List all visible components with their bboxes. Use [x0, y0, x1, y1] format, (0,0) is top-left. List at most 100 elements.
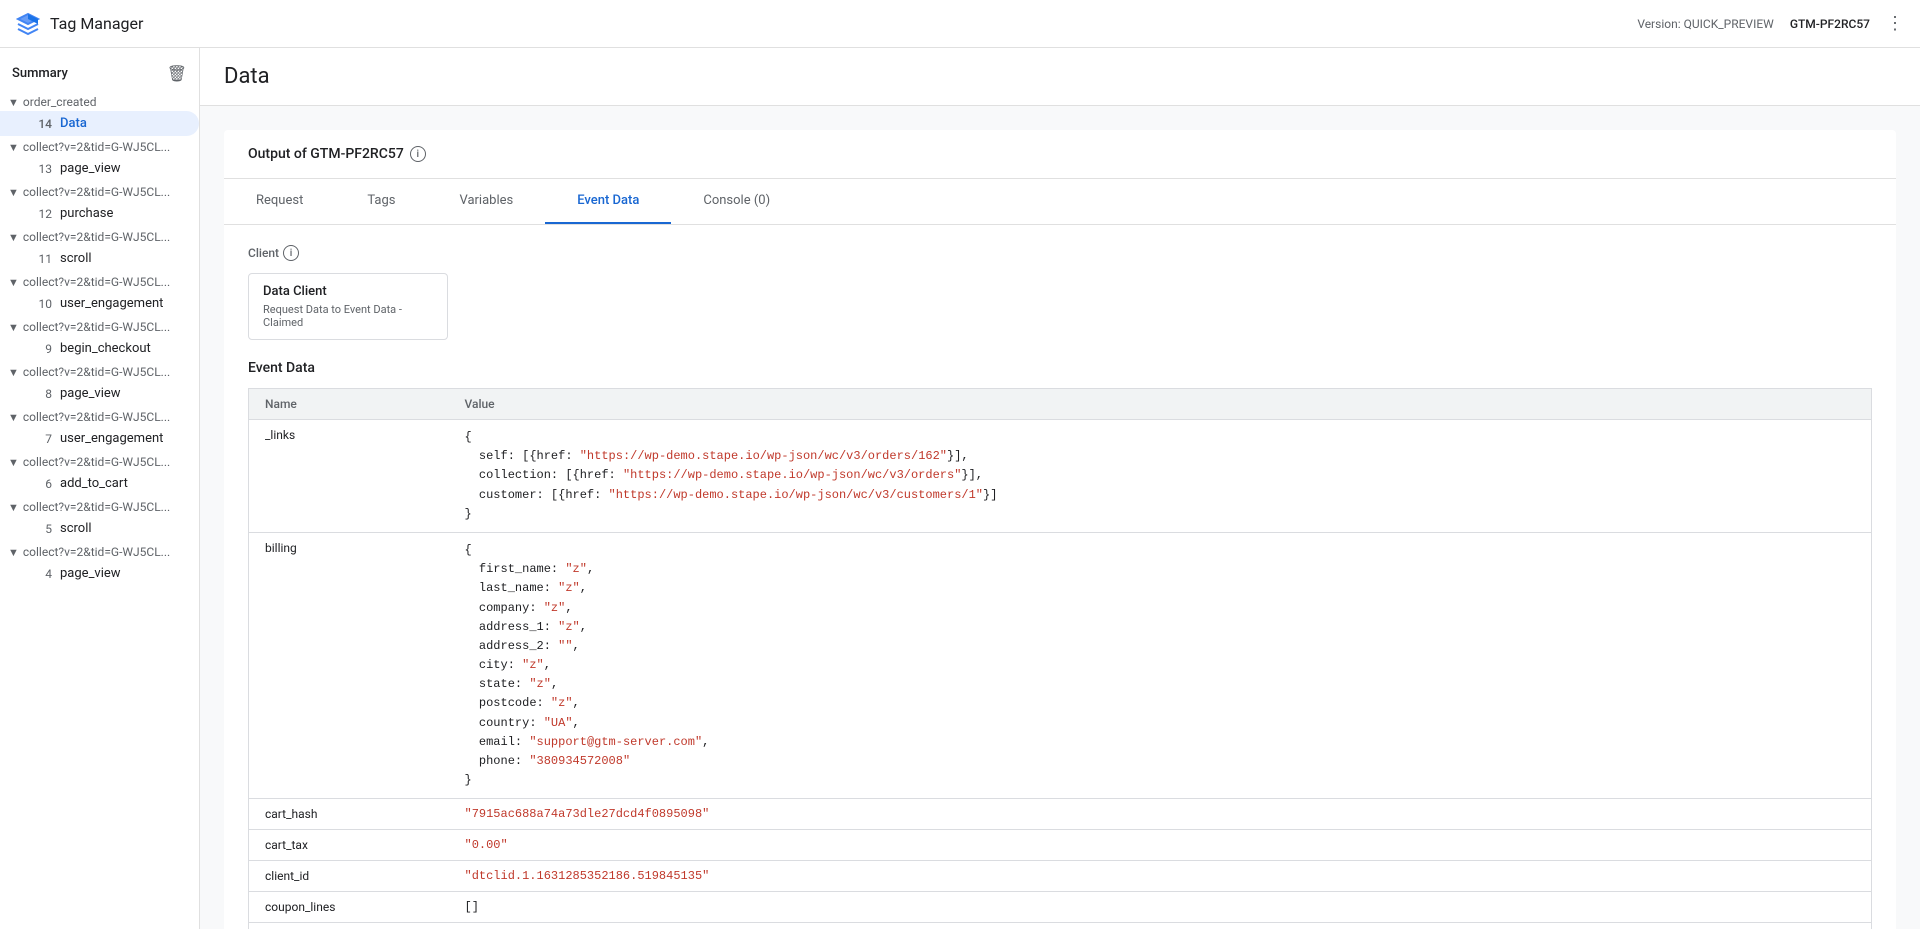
chevron-down-icon — [8, 231, 19, 244]
chevron-down-icon — [8, 456, 19, 469]
item-label: page_view — [60, 566, 121, 581]
sidebar-subitem-page-view-13[interactable]: 13 page_view — [0, 156, 199, 181]
sidebar-subitem-page-view-8[interactable]: 8 page_view — [0, 381, 199, 406]
sidebar-group-header-collect-4[interactable]: collect?v=2&tid=G-WJ5CL... — [0, 271, 199, 291]
topbar-right: Version: QUICK_PREVIEW GTM-PF2RC57 ⋮ — [1637, 13, 1904, 34]
chevron-down-icon — [8, 546, 19, 559]
sidebar-group-collect-9: collect?v=2&tid=G-WJ5CL... 5 scroll — [0, 496, 199, 541]
chevron-down-icon — [8, 366, 19, 379]
sidebar-subitem-purchase[interactable]: 12 purchase — [0, 201, 199, 226]
client-section: Client i Data Client Request Data to Eve… — [224, 225, 1896, 360]
tab-variables[interactable]: Variables — [427, 179, 545, 224]
row-value: { first_name: "z", last_name: "z", compa… — [449, 532, 1872, 798]
table-row: coupon_lines [] — [249, 892, 1872, 923]
version-label: Version: QUICK_PREVIEW — [1637, 17, 1774, 31]
group-name: collect?v=2&tid=G-WJ5CL... — [23, 185, 170, 199]
tab-console[interactable]: Console (0) — [671, 179, 802, 224]
info-icon[interactable]: i — [410, 146, 426, 162]
sidebar: Summary 🗑 order_created 14 Data collect?… — [0, 48, 200, 929]
sidebar-group-header-collect-2[interactable]: collect?v=2&tid=G-WJ5CL... — [0, 181, 199, 201]
sidebar-group-header-collect-10[interactable]: collect?v=2&tid=G-WJ5CL... — [0, 541, 199, 561]
chevron-down-icon — [8, 141, 19, 154]
sidebar-subitem-page-view-4[interactable]: 4 page_view — [0, 561, 199, 586]
sidebar-subitem-data[interactable]: 14 Data — [0, 111, 199, 136]
sidebar-group-collect-3: collect?v=2&tid=G-WJ5CL... 11 scroll — [0, 226, 199, 271]
sidebar-group-header-collect-8[interactable]: collect?v=2&tid=G-WJ5CL... — [0, 451, 199, 471]
delete-icon[interactable]: 🗑 — [167, 64, 187, 83]
col-value: Value — [449, 389, 1872, 420]
row-name: _links — [249, 420, 449, 533]
container-id: GTM-PF2RC57 — [1790, 17, 1870, 31]
item-label: scroll — [60, 251, 92, 266]
table-row: cart_tax "0.00" — [249, 830, 1872, 861]
sidebar-group-collect-1: collect?v=2&tid=G-WJ5CL... 13 page_view — [0, 136, 199, 181]
main-layout: Summary 🗑 order_created 14 Data collect?… — [0, 48, 1920, 929]
table-row: created_via "checkout" — [249, 923, 1872, 929]
group-name: collect?v=2&tid=G-WJ5CL... — [23, 410, 170, 424]
sidebar-subitem-user-engagement-10[interactable]: 10 user_engagement — [0, 291, 199, 316]
item-label: scroll — [60, 521, 92, 536]
chevron-down-icon — [8, 276, 19, 289]
row-name: created_via — [249, 923, 449, 929]
item-label: page_view — [60, 161, 121, 176]
sidebar-group-header-collect-5[interactable]: collect?v=2&tid=G-WJ5CL... — [0, 316, 199, 336]
item-number: 6 — [32, 477, 52, 491]
output-title: Output of GTM-PF2RC57 i — [224, 130, 1896, 179]
sidebar-subitem-add-to-cart[interactable]: 6 add_to_cart — [0, 471, 199, 496]
content-area: Data Output of GTM-PF2RC57 i Request Tag… — [200, 48, 1920, 929]
sidebar-subitem-scroll-5[interactable]: 5 scroll — [0, 516, 199, 541]
group-name: collect?v=2&tid=G-WJ5CL... — [23, 320, 170, 334]
sidebar-group-header-collect-3[interactable]: collect?v=2&tid=G-WJ5CL... — [0, 226, 199, 246]
chevron-down-icon — [8, 321, 19, 334]
tag-manager-logo — [16, 12, 40, 36]
sidebar-group-collect-8: collect?v=2&tid=G-WJ5CL... 6 add_to_cart — [0, 451, 199, 496]
table-row: _links { self: [{href: "https://wp-demo.… — [249, 420, 1872, 533]
chevron-down-icon — [8, 186, 19, 199]
tab-event-data[interactable]: Event Data — [545, 179, 671, 224]
row-name: cart_hash — [249, 799, 449, 830]
item-number: 9 — [32, 342, 52, 356]
col-name: Name — [249, 389, 449, 420]
sidebar-group-collect-2: collect?v=2&tid=G-WJ5CL... 12 purchase — [0, 181, 199, 226]
item-number: 14 — [32, 117, 52, 131]
topbar-left: Tag Manager — [16, 12, 143, 36]
group-name: order_created — [23, 95, 97, 109]
sidebar-subitem-begin-checkout[interactable]: 9 begin_checkout — [0, 336, 199, 361]
group-name: collect?v=2&tid=G-WJ5CL... — [23, 230, 170, 244]
sidebar-group-collect-10: collect?v=2&tid=G-WJ5CL... 4 page_view — [0, 541, 199, 586]
client-section-label: Client i — [248, 245, 1872, 261]
content-header: Data — [200, 48, 1920, 106]
group-name: collect?v=2&tid=G-WJ5CL... — [23, 365, 170, 379]
output-section: Output of GTM-PF2RC57 i Request Tags Var… — [224, 130, 1896, 929]
topbar: Tag Manager Version: QUICK_PREVIEW GTM-P… — [0, 0, 1920, 48]
client-card-subtitle: Request Data to Event Data - Claimed — [263, 303, 433, 329]
sidebar-group-header-collect-7[interactable]: collect?v=2&tid=G-WJ5CL... — [0, 406, 199, 426]
event-data-title: Event Data — [248, 360, 1872, 376]
sidebar-header: Summary 🗑 — [0, 48, 199, 91]
sidebar-subitem-scroll-11[interactable]: 11 scroll — [0, 246, 199, 271]
sidebar-group-header-collect-1[interactable]: collect?v=2&tid=G-WJ5CL... — [0, 136, 199, 156]
sidebar-group-header-collect-9[interactable]: collect?v=2&tid=G-WJ5CL... — [0, 496, 199, 516]
row-value: [] — [449, 892, 1872, 923]
sidebar-subitem-user-engagement-7[interactable]: 7 user_engagement — [0, 426, 199, 451]
item-label: page_view — [60, 386, 121, 401]
client-card: Data Client Request Data to Event Data -… — [248, 273, 448, 340]
sidebar-group-collect-7: collect?v=2&tid=G-WJ5CL... 7 user_engage… — [0, 406, 199, 451]
tab-request[interactable]: Request — [224, 179, 335, 224]
chevron-down-icon — [8, 411, 19, 424]
item-number: 13 — [32, 162, 52, 176]
tab-tags[interactable]: Tags — [335, 179, 427, 224]
tabs-bar: Request Tags Variables Event Data Consol… — [224, 179, 1896, 225]
sidebar-group-header-collect-6[interactable]: collect?v=2&tid=G-WJ5CL... — [0, 361, 199, 381]
item-number: 12 — [32, 207, 52, 221]
table-row: client_id "dtclid.1.1631285352186.519845… — [249, 861, 1872, 892]
event-data-table: Name Value _links { self: [{href: "https… — [248, 388, 1872, 929]
client-card-title: Data Client — [263, 284, 433, 299]
group-name: collect?v=2&tid=G-WJ5CL... — [23, 140, 170, 154]
item-label: add_to_cart — [60, 476, 128, 491]
sidebar-group-header-order-created[interactable]: order_created — [0, 91, 199, 111]
event-data-section: Event Data Name Value _links — [224, 360, 1896, 929]
client-info-icon[interactable]: i — [283, 245, 299, 261]
more-options-icon[interactable]: ⋮ — [1886, 13, 1904, 34]
item-number: 4 — [32, 567, 52, 581]
